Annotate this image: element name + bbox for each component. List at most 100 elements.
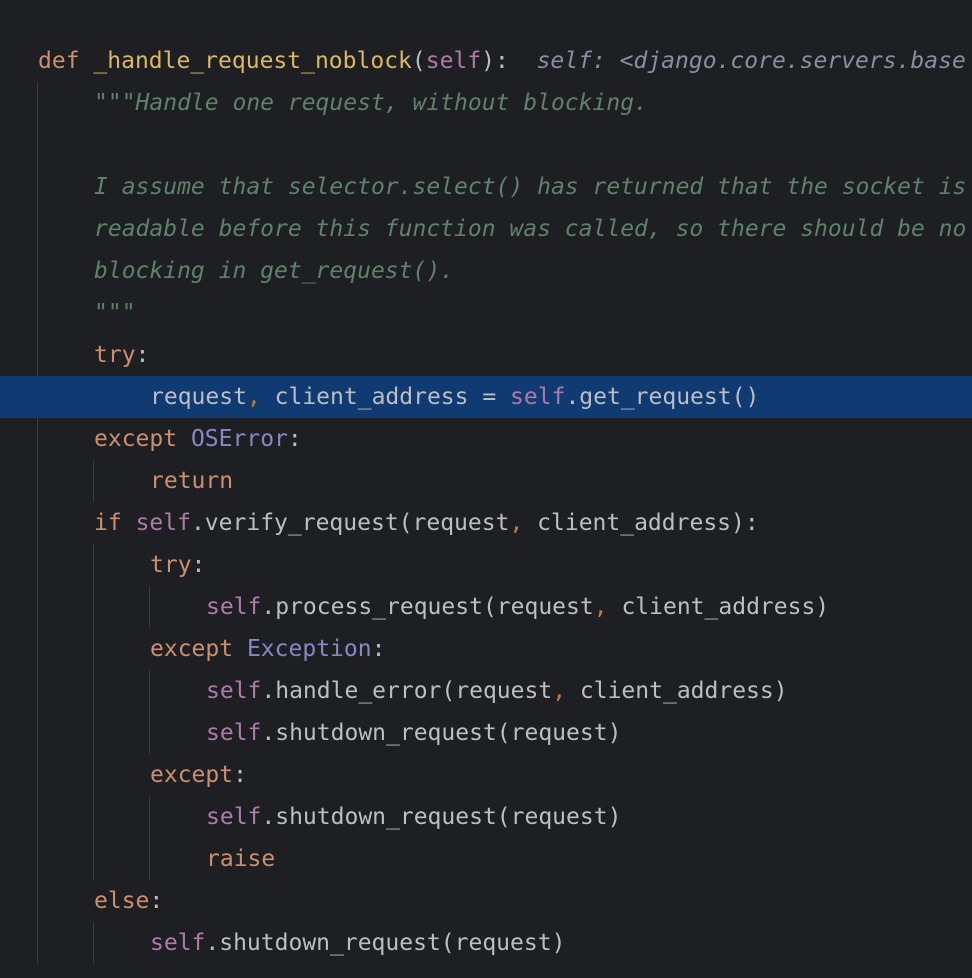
code-token: self (135, 510, 191, 536)
code-token: except (94, 426, 178, 452)
line-code: def _handle_request_noblock(self): self:… (38, 40, 966, 82)
line-code: request, client_address = self.get_reque… (150, 376, 759, 418)
code-token: I assume that selector.select() has retu… (94, 174, 967, 200)
code-line-try[interactable]: try: (0, 334, 972, 376)
line-code: """Handle one request, without blocking. (94, 82, 648, 124)
line-code: if self.verify_request(request, client_a… (94, 502, 759, 544)
code-token: except (150, 636, 234, 662)
code-token: else (94, 888, 150, 914)
code-token: : (191, 552, 206, 578)
code-token: raise (206, 846, 276, 872)
code-token: try (94, 342, 136, 368)
code-token: .shutdown_request(request) (205, 930, 566, 956)
code-token: : (371, 636, 386, 662)
line-code: try: (150, 544, 205, 586)
code-line-try[interactable]: try: (0, 544, 972, 586)
line-code: else: (94, 880, 163, 922)
line-code: self.process_request(request, client_add… (206, 586, 829, 628)
code-line-docstring[interactable]: readable before this function was called… (0, 208, 972, 250)
code-token: self (206, 678, 262, 704)
code-line-shutdown[interactable]: self.shutdown_request(request) (0, 922, 972, 964)
code-token: client_address): (523, 510, 759, 536)
code-token: client_address = (260, 384, 511, 410)
line-code: return (150, 460, 233, 502)
code-token: request (150, 384, 247, 410)
code-token: client_address) (607, 594, 830, 620)
code-line-docstring[interactable]: """Handle one request, without blocking. (0, 82, 972, 124)
line-code: I assume that selector.select() has retu… (94, 166, 966, 208)
code-token: .process_request(request (261, 594, 594, 620)
code-token: , (509, 510, 524, 536)
code-token: .verify_request(request (190, 510, 510, 536)
code-token: , (246, 384, 261, 410)
code-line-docstring[interactable]: blocking in get_request(). (0, 250, 972, 292)
code-token: Exception (246, 636, 372, 662)
code-token: .shutdown_request(request) (261, 804, 622, 830)
code-editor[interactable]: def _handle_request_noblock(self): self:… (0, 0, 972, 978)
code-token: except (150, 762, 234, 788)
code-line-else[interactable]: else: (0, 880, 972, 922)
line-code: self.shutdown_request(request) (206, 712, 621, 754)
code-line-docstring[interactable]: I assume that selector.select() has retu… (0, 166, 972, 208)
code-token: self: <django.core.servers.base (536, 48, 966, 74)
line-code: readable before this function was called… (94, 208, 966, 250)
code-line-except[interactable]: except OSError: (0, 418, 972, 460)
code-token: blocking in get_request(). (94, 258, 455, 284)
code-token: : (135, 342, 150, 368)
code-token: .get_request() (565, 384, 760, 410)
code-line-blank[interactable] (0, 124, 972, 166)
code-line-process-request[interactable]: self.process_request(request, client_add… (0, 586, 972, 628)
code-token: : (233, 762, 247, 788)
code-token: ( (411, 48, 426, 74)
code-line-shutdown[interactable]: self.shutdown_request(request) (0, 796, 972, 838)
code-token: , (593, 594, 608, 620)
line-code: self.shutdown_request(request) (150, 922, 565, 964)
code-token: """ (94, 300, 136, 326)
line-code: self.handle_error(request, client_addres… (206, 670, 788, 712)
code-token: client_address) (566, 678, 788, 704)
code-token: : (149, 888, 164, 914)
code-token: self (510, 384, 566, 410)
code-line-def[interactable]: def _handle_request_noblock(self): self:… (0, 40, 972, 82)
line-code: try: (94, 334, 149, 376)
code-token: self (425, 48, 482, 74)
code-token: def (38, 48, 80, 74)
code-token: self (206, 594, 262, 620)
line-code: raise (206, 838, 275, 880)
code-token: self (206, 804, 262, 830)
line-code: except OSError: (94, 418, 302, 460)
code-token: .shutdown_request(request) (261, 720, 622, 746)
code-token: if (94, 510, 122, 536)
code-token: ): (481, 48, 509, 74)
code-token: self (150, 930, 206, 956)
code-token: try (150, 552, 192, 578)
line-code: """ (94, 292, 136, 334)
code-token: return (150, 468, 234, 494)
code-line-docstring[interactable]: """ (0, 292, 972, 334)
code-token: self (206, 720, 262, 746)
code-token: readable before this function was called… (94, 216, 967, 242)
code-line-except[interactable]: except Exception: (0, 628, 972, 670)
line-code: except Exception: (150, 628, 385, 670)
code-line-current[interactable]: request, client_address = self.get_reque… (0, 376, 972, 418)
code-line-return[interactable]: return (0, 460, 972, 502)
code-token: .handle_error(request (261, 678, 553, 704)
line-code: blocking in get_request(). (94, 250, 454, 292)
line-code: self.shutdown_request(request) (206, 796, 621, 838)
code-line-if[interactable]: if self.verify_request(request, client_a… (0, 502, 972, 544)
code-token: , (552, 678, 567, 704)
code-line-raise[interactable]: raise (0, 838, 972, 880)
code-line-shutdown[interactable]: self.shutdown_request(request) (0, 712, 972, 754)
code-line-except[interactable]: except: (0, 754, 972, 796)
code-token: _handle_request_noblock (93, 48, 412, 74)
code-token: OSError (190, 426, 288, 452)
code-line-handle-error[interactable]: self.handle_error(request, client_addres… (0, 670, 972, 712)
code-token: """Handle one request, without blocking. (94, 90, 648, 116)
code-token: : (287, 426, 302, 452)
line-code: except: (150, 754, 247, 796)
